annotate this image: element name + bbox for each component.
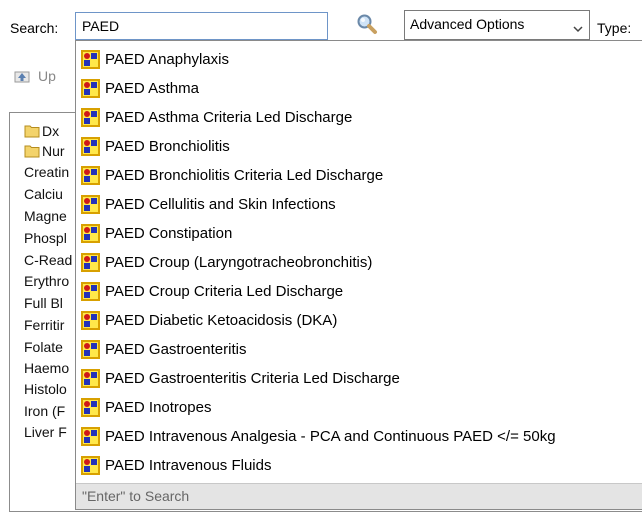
order-set-icon <box>81 340 100 359</box>
order-set-icon <box>81 253 100 272</box>
tree-item-label: Calciu <box>24 186 63 202</box>
suggestion-label: PAED Asthma <box>105 80 199 97</box>
up-folder-icon[interactable] <box>14 68 30 84</box>
suggestion-label: PAED Intravenous Analgesia - PCA and Con… <box>105 428 556 445</box>
tree-item-row[interactable]: Ferritir <box>24 317 64 333</box>
tree-item-row[interactable]: C-Read <box>24 252 72 268</box>
tree-item-row[interactable]: Iron (F <box>24 403 65 419</box>
tree-item-row[interactable]: Haemo <box>24 360 69 376</box>
order-set-icon <box>81 79 100 98</box>
tree-item-row[interactable]: Liver F <box>24 424 67 440</box>
order-set-icon <box>81 398 100 417</box>
order-set-icon <box>81 195 100 214</box>
enter-to-search-bar[interactable]: "Enter" to Search <box>76 483 642 509</box>
order-set-icon <box>81 50 100 69</box>
order-set-icon <box>81 224 100 243</box>
tree-item-label: C-Read <box>24 252 73 268</box>
suggestion-label: PAED Anaphylaxis <box>105 51 229 68</box>
tree-item-label: Dx <box>42 123 60 139</box>
folder-icon <box>24 124 40 141</box>
type-label: Type: <box>597 20 632 36</box>
suggestion-label: PAED Diabetic Ketoacidosis (DKA) <box>105 312 338 329</box>
suggestion-label: PAED Gastroenteritis Criteria Led Discha… <box>105 370 400 387</box>
tree-item-label: Magne <box>24 208 67 224</box>
suggestion-label: PAED Constipation <box>105 225 233 242</box>
suggestion-label: PAED Intravenous Fluids <box>105 457 272 474</box>
order-set-icon <box>81 369 100 388</box>
tree-item-label: Liver F <box>24 424 67 440</box>
tree-item-row[interactable]: Erythro <box>24 273 69 289</box>
search-input[interactable] <box>75 12 328 40</box>
tree-item-row[interactable]: Folate <box>24 339 63 355</box>
suggestion-label: PAED Bronchiolitis <box>105 138 230 155</box>
folder-icon <box>24 144 40 161</box>
tree-item-row[interactable]: Creatin <box>24 164 69 180</box>
tree-item-label: Histolo <box>24 381 67 397</box>
tree-item-label: Iron (F <box>24 403 66 419</box>
tree-item-label: Phospl <box>24 230 67 246</box>
order-set-icon <box>81 427 100 446</box>
order-set-icon <box>81 456 100 475</box>
tree-item-label: Ferritir <box>24 317 65 333</box>
tree-item-label: Haemo <box>24 360 70 376</box>
suggestion-label: PAED Gastroenteritis <box>105 341 247 358</box>
search-label: Search: <box>10 20 59 36</box>
tree-item-row[interactable]: Magne <box>24 208 67 224</box>
advanced-options-label: Advanced Options <box>410 16 525 32</box>
up-button-label[interactable]: Up <box>38 68 56 84</box>
chevron-down-icon <box>573 21 583 33</box>
suggestion-label: PAED Bronchiolitis Criteria Led Discharg… <box>105 167 384 184</box>
order-set-icon <box>81 311 100 330</box>
suggestion-label: PAED Asthma Criteria Led Discharge <box>105 109 353 126</box>
suggestion-label: PAED Cellulitis and Skin Infections <box>105 196 336 213</box>
tree-item-label: Erythro <box>24 273 70 289</box>
suggestion-label: PAED Croup Criteria Led Discharge <box>105 283 344 300</box>
suggestion-label: PAED Croup (Laryngotracheobronchitis) <box>105 254 373 271</box>
tree-folder-row[interactable]: Nur <box>24 143 65 161</box>
tree-item-label: Nur <box>42 143 65 159</box>
order-set-icon <box>81 282 100 301</box>
tree-item-label: Folate <box>24 339 63 355</box>
advanced-options-dropdown[interactable]: Advanced Options <box>404 10 590 40</box>
tree-item-label: Full Bl <box>24 295 63 311</box>
tree-item-row[interactable]: Full Bl <box>24 295 63 311</box>
search-suggestions-dropdown: PAED Anaphylaxis PAED Asthma PAED Asthma C… <box>75 40 642 510</box>
tree-item-label: Creatin <box>24 164 70 180</box>
tree-item-row[interactable]: Histolo <box>24 381 67 397</box>
tree-item-row[interactable]: Calciu <box>24 186 63 202</box>
suggestion-label: PAED Inotropes <box>105 399 212 416</box>
tree-item-row[interactable]: Phospl <box>24 230 67 246</box>
order-set-icon <box>81 166 100 185</box>
order-set-icon <box>81 108 100 127</box>
tree-folder-row[interactable]: Dx <box>24 123 59 141</box>
order-set-icon <box>81 137 100 156</box>
magnifier-search-icon[interactable] <box>356 13 378 35</box>
